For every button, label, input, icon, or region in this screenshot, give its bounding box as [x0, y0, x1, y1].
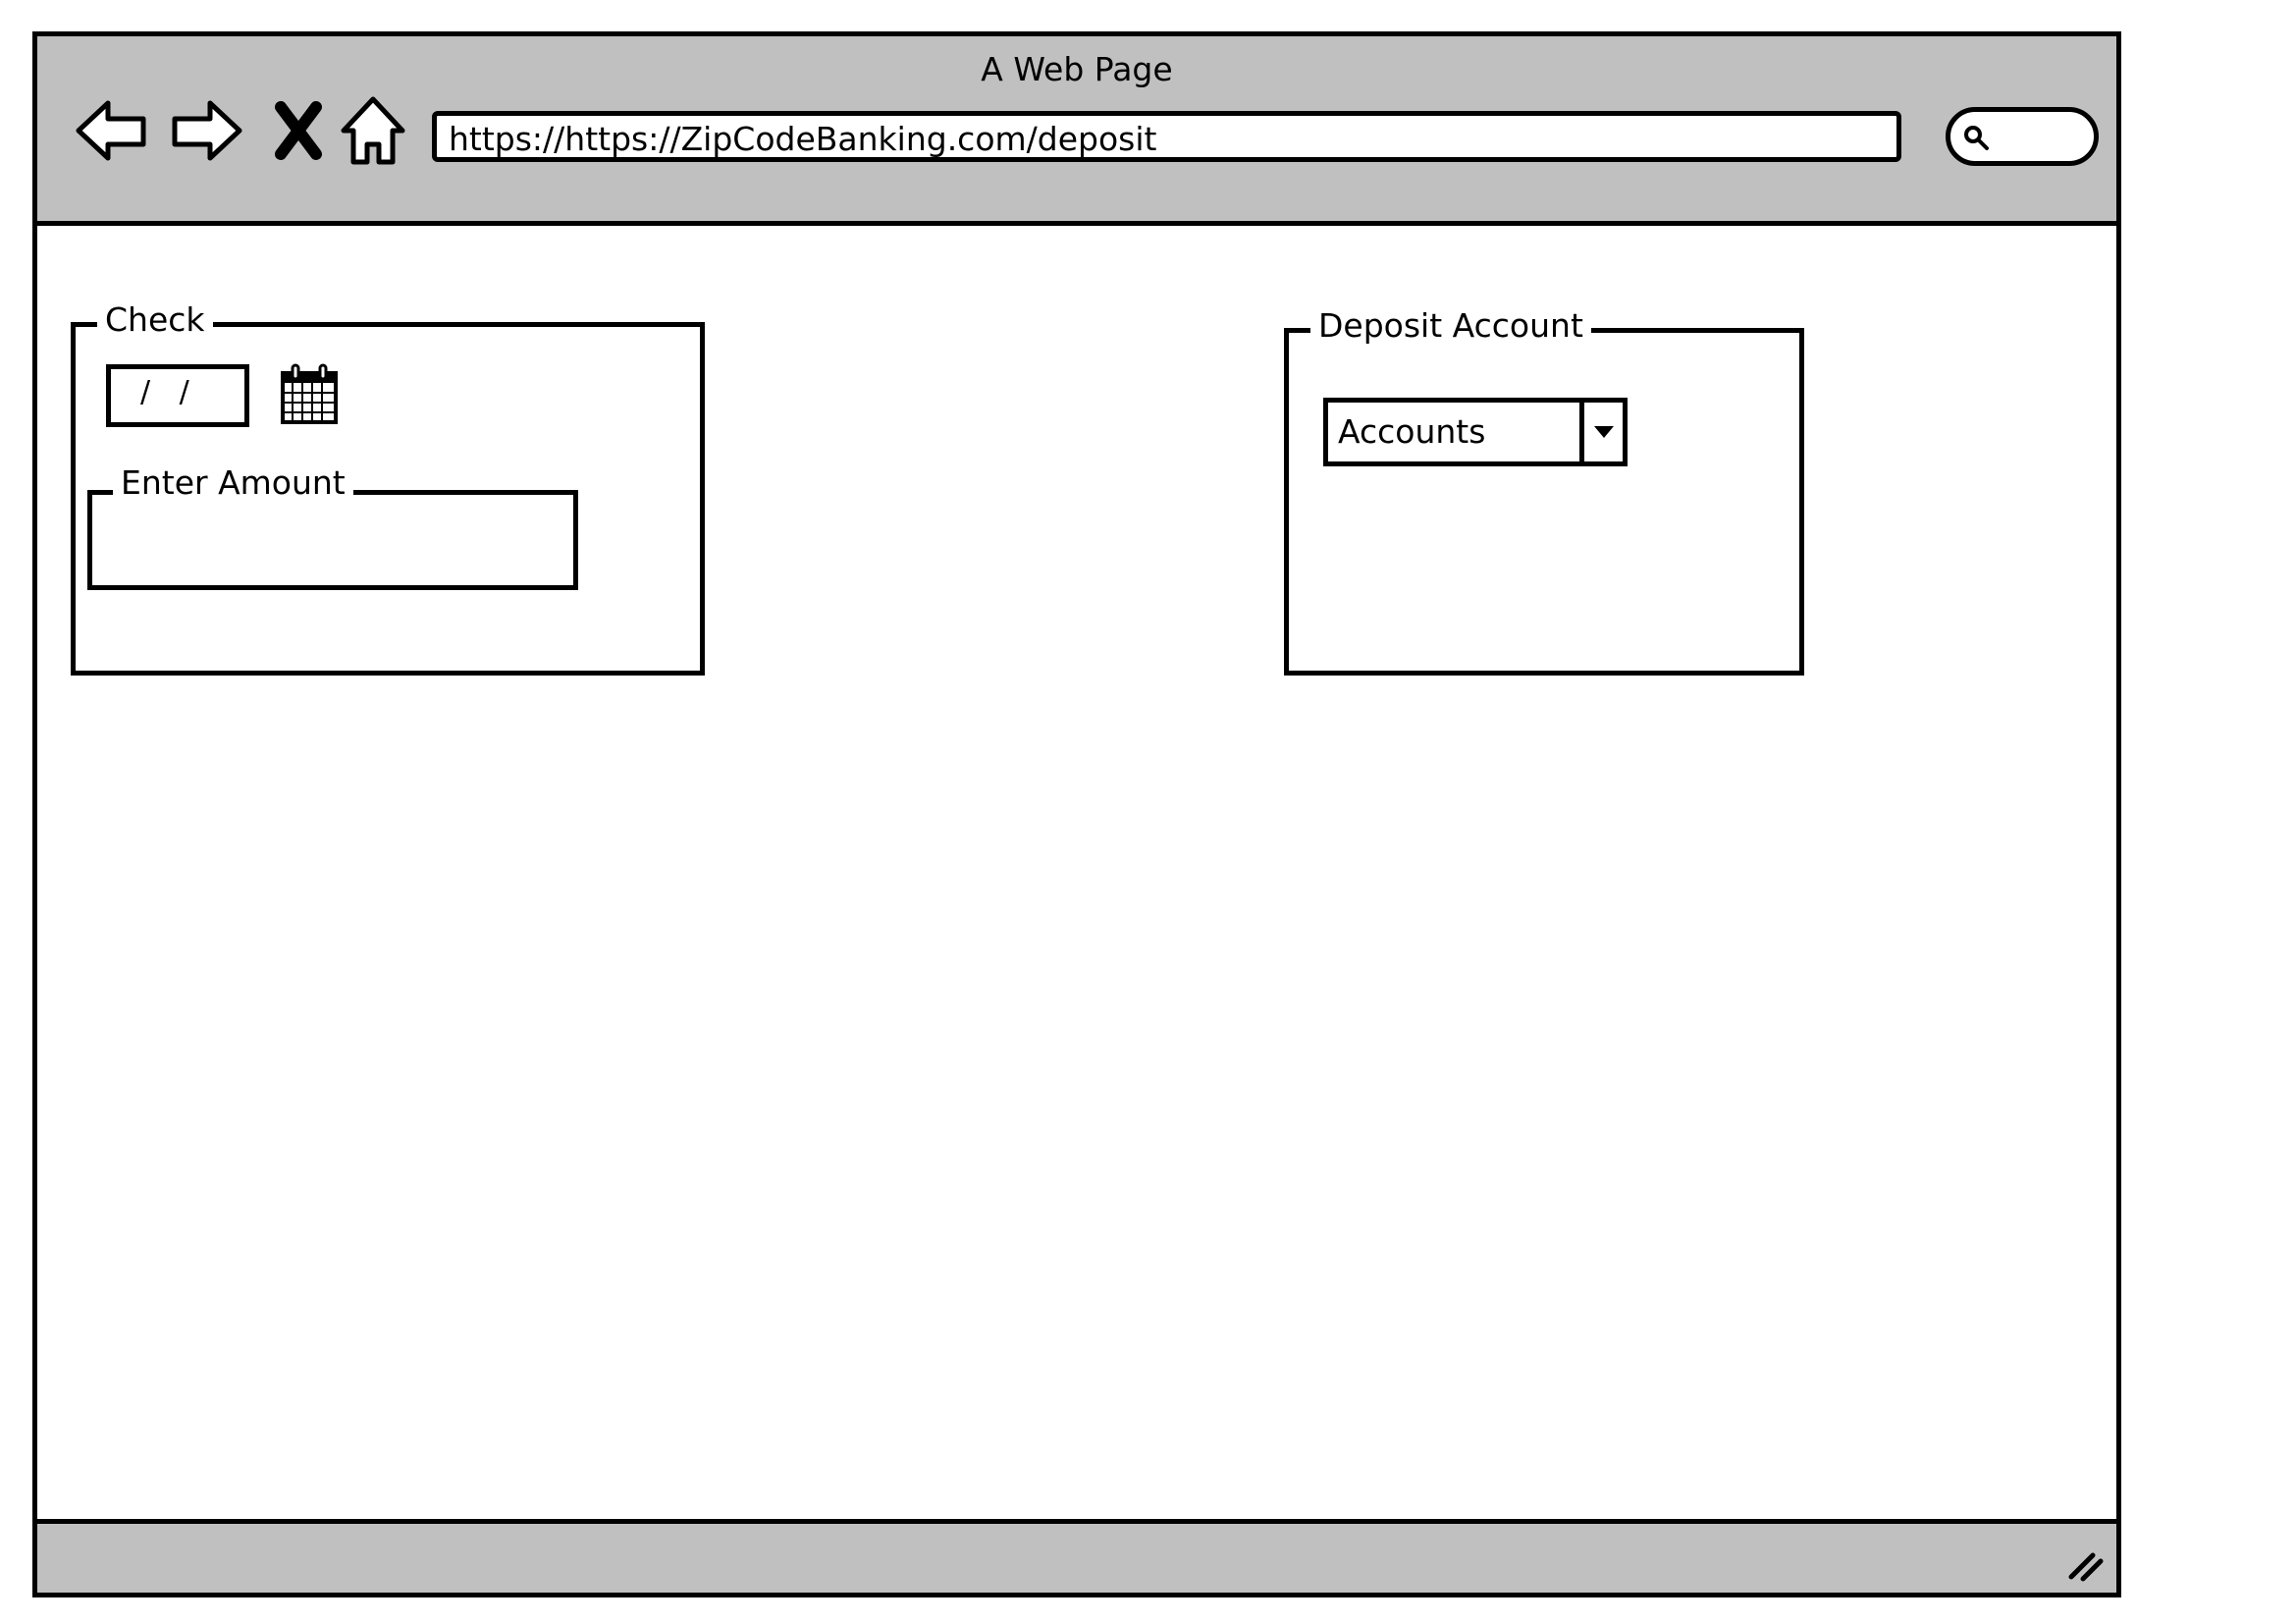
forward-arrow-icon[interactable]	[167, 91, 245, 170]
enter-amount-label-overlay: Enter Amount	[113, 463, 353, 502]
search-icon	[1964, 126, 1989, 150]
address-bar-text: https://https://ZipCodeBanking.com/depos…	[449, 120, 1157, 158]
chevron-down-icon	[1594, 426, 1614, 438]
account-select-value: Accounts	[1338, 412, 1486, 451]
resize-grip-icon[interactable]	[2063, 1542, 2107, 1585]
account-select[interactable]: Accounts	[1323, 398, 1628, 466]
account-select-button[interactable]	[1579, 403, 1623, 461]
browser-window: A Web Page https://https://ZipCodeBankin…	[32, 31, 2121, 1597]
close-icon[interactable]	[259, 91, 338, 170]
check-date-field[interactable]: / /	[106, 364, 249, 427]
calendar-icon[interactable]	[279, 363, 340, 426]
check-date-value: / /	[140, 375, 199, 409]
address-bar[interactable]: https://https://ZipCodeBanking.com/depos…	[432, 111, 1901, 162]
status-bar	[37, 1519, 2116, 1593]
deposit-account-label: Deposit Account	[1310, 306, 1591, 345]
check-group-label: Check	[97, 300, 213, 339]
deposit-account-group: Deposit Account	[1284, 306, 1804, 676]
back-arrow-icon[interactable]	[73, 91, 151, 170]
browser-search-field[interactable]	[1946, 107, 2099, 166]
home-icon[interactable]	[334, 91, 412, 170]
window-title: A Web Page	[981, 50, 1173, 88]
browser-toolbar: A Web Page https://https://ZipCodeBankin…	[37, 36, 2116, 226]
amount-input[interactable]	[87, 490, 578, 590]
